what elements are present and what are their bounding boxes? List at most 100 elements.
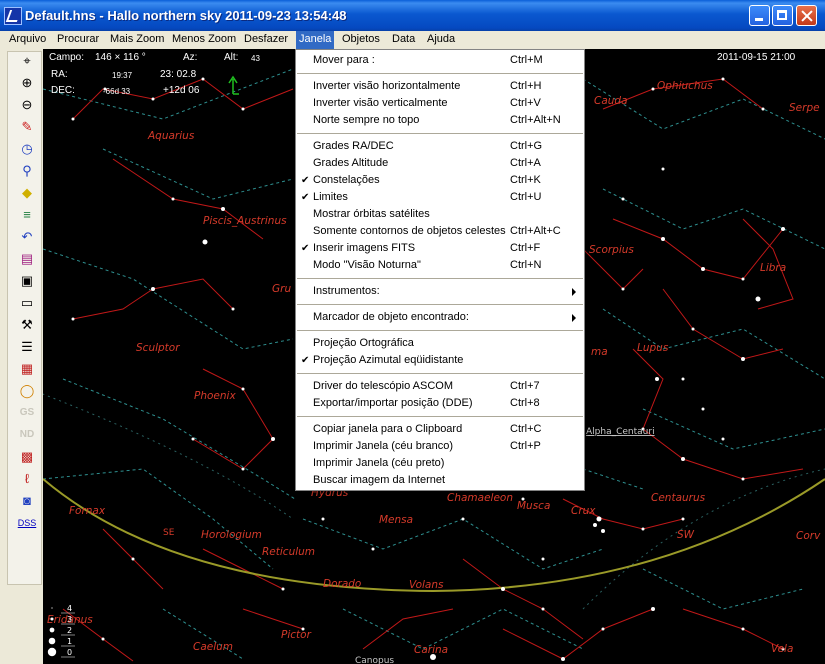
save-icon[interactable]: ▣ [17, 272, 37, 290]
menu-item[interactable]: ✔ Projeção Azimutal eqüidistante [296, 352, 584, 369]
star [601, 529, 605, 533]
minimize-button[interactable] [749, 5, 770, 26]
pan-tool-icon[interactable]: ⌖ [17, 52, 37, 70]
clock-icon[interactable]: ◷ [17, 140, 37, 158]
ra-value: 23: 02.8 [160, 69, 197, 80]
field-value: 146 × 116 ° [95, 52, 146, 63]
menu-separator [297, 416, 583, 417]
star [741, 477, 745, 481]
menu-item-label: Modo "Visão Noturna" [313, 259, 421, 271]
undo-icon[interactable]: ↶ [17, 228, 37, 246]
title-bar[interactable]: Default.hns - Hallo northern sky 2011-09… [0, 0, 825, 31]
submenu-arrow-icon [572, 314, 576, 322]
menu-item[interactable]: Projeção Ortográfica [296, 335, 584, 352]
star [221, 207, 225, 211]
camera-icon[interactable]: ◙ [17, 492, 37, 510]
menu-item[interactable]: ✔ Inserir imagens FITS Ctrl+F [296, 240, 584, 257]
list-icon[interactable]: ☰ [17, 338, 37, 356]
menu-separator [297, 304, 583, 305]
constellation-label: Carina [414, 644, 448, 656]
zoom-in-icon[interactable]: ⊕ [17, 74, 37, 92]
menu-data[interactable]: Data [389, 31, 418, 49]
menu-item[interactable]: Modo "Visão Noturna" Ctrl+N [296, 257, 584, 274]
menu-item[interactable]: Grades RA/DEC Ctrl+G [296, 138, 584, 155]
field-label: Campo: [49, 52, 85, 63]
constellation-line [612, 218, 784, 280]
constellation-label: SW [677, 529, 695, 541]
menu-item[interactable]: ✔ Limites Ctrl+U [296, 189, 584, 206]
bell-icon[interactable]: ◆ [17, 184, 37, 202]
menu-item-shortcut: Ctrl+8 [510, 397, 540, 409]
menu-janela[interactable]: Janela [296, 31, 335, 49]
star [601, 627, 605, 631]
boundary-line [62, 378, 296, 500]
zoom-out-icon[interactable]: ⊖ [17, 96, 37, 114]
menu-item[interactable]: Driver do telescópio ASCOM Ctrl+7 [296, 378, 584, 395]
orbit-icon[interactable]: ℓ [17, 470, 37, 488]
star [661, 237, 665, 241]
menu-item[interactable]: Copiar janela para o Clipboard Ctrl+C [296, 421, 584, 438]
menu-menos-zoom[interactable]: Menos Zoom [169, 31, 239, 49]
circle-icon[interactable]: ◯ [17, 382, 37, 400]
gs-icon[interactable]: GS [17, 404, 37, 422]
constellation-label: Mensa [379, 514, 413, 526]
constellation-line [192, 368, 274, 470]
menu-item[interactable]: Grades Altitude Ctrl+A [296, 155, 584, 172]
menu-separator [297, 133, 583, 134]
menu-item[interactable]: Mostrar órbitas satélites [296, 206, 584, 223]
star [681, 457, 685, 461]
menu-mais-zoom[interactable]: Mais Zoom [107, 31, 167, 49]
star [561, 657, 565, 661]
menu-objetos[interactable]: Objetos [339, 31, 383, 49]
walker-icon[interactable]: ⚲ [17, 162, 37, 180]
menu-item-label: Constelações [313, 174, 380, 186]
menu-item[interactable]: Somente contornos de objetos celestes Ctr… [296, 223, 584, 240]
menu-separator [297, 73, 583, 74]
star [151, 97, 155, 101]
menu-item[interactable]: ✔ Constelações Ctrl+K [296, 172, 584, 189]
menu-item[interactable]: Inverter visão verticalmente Ctrl+V [296, 95, 584, 112]
menu-item-shortcut: Ctrl+A [510, 157, 541, 169]
constellation-label: Phoenix [194, 390, 236, 402]
menu-bar: Arquivo Procurar Mais Zoom Menos Zoom Desfaz… [0, 31, 825, 49]
menu-desfazer[interactable]: Desfazer [241, 31, 291, 49]
star [721, 437, 725, 441]
ra-small-value: 19:37 [112, 71, 133, 80]
menu-procurar[interactable]: Procurar [54, 31, 102, 49]
star [71, 317, 75, 321]
app-icon [4, 7, 22, 25]
menu-item[interactable]: Exportar/importar posição (DDE) Ctrl+8 [296, 395, 584, 412]
book-icon[interactable]: ▤ [17, 250, 37, 268]
marker-icon[interactable]: ✎ [17, 118, 37, 136]
constellation-line [682, 608, 784, 650]
menu-ajuda[interactable]: Ajuda [424, 31, 458, 49]
menu-item[interactable]: Instrumentos: [296, 283, 584, 300]
menu-item[interactable]: Norte sempre no topo Ctrl+Alt+N [296, 112, 584, 129]
magnitude-label: 3 [67, 615, 72, 624]
menu-arquivo[interactable]: Arquivo [6, 31, 49, 49]
dss-icon[interactable]: DSS [17, 514, 37, 532]
star [171, 197, 175, 201]
menu-item[interactable]: Imprimir Janela (céu preto) [296, 455, 584, 472]
wrench-icon[interactable]: ⚒ [17, 316, 37, 334]
menu-item[interactable]: Imprimir Janela (céu branco) Ctrl+P [296, 438, 584, 455]
star-label: Canopus [355, 656, 394, 664]
nd-icon[interactable]: ND [17, 426, 37, 444]
constellation-line [362, 608, 454, 650]
star [541, 557, 545, 561]
maximize-button[interactable] [772, 5, 793, 26]
calendar-icon[interactable]: ▦ [17, 360, 37, 378]
menu-item[interactable]: Inverter visão horizontalmente Ctrl+H [296, 78, 584, 95]
menu-item[interactable]: Buscar imagem da Internet [296, 472, 584, 489]
close-button[interactable] [796, 5, 817, 26]
menu-item[interactable]: Mover para : Ctrl+M [296, 52, 584, 69]
star [281, 587, 285, 591]
star [651, 607, 655, 611]
sliders-icon[interactable]: ≡ [17, 206, 37, 224]
boundary-line [43, 248, 294, 350]
grid-icon[interactable]: ▩ [17, 448, 37, 466]
constellation-line [662, 288, 784, 360]
menu-item[interactable]: Marcador de objeto encontrado: [296, 309, 584, 326]
print-icon[interactable]: ▭ [17, 294, 37, 312]
menu-separator [297, 373, 583, 374]
